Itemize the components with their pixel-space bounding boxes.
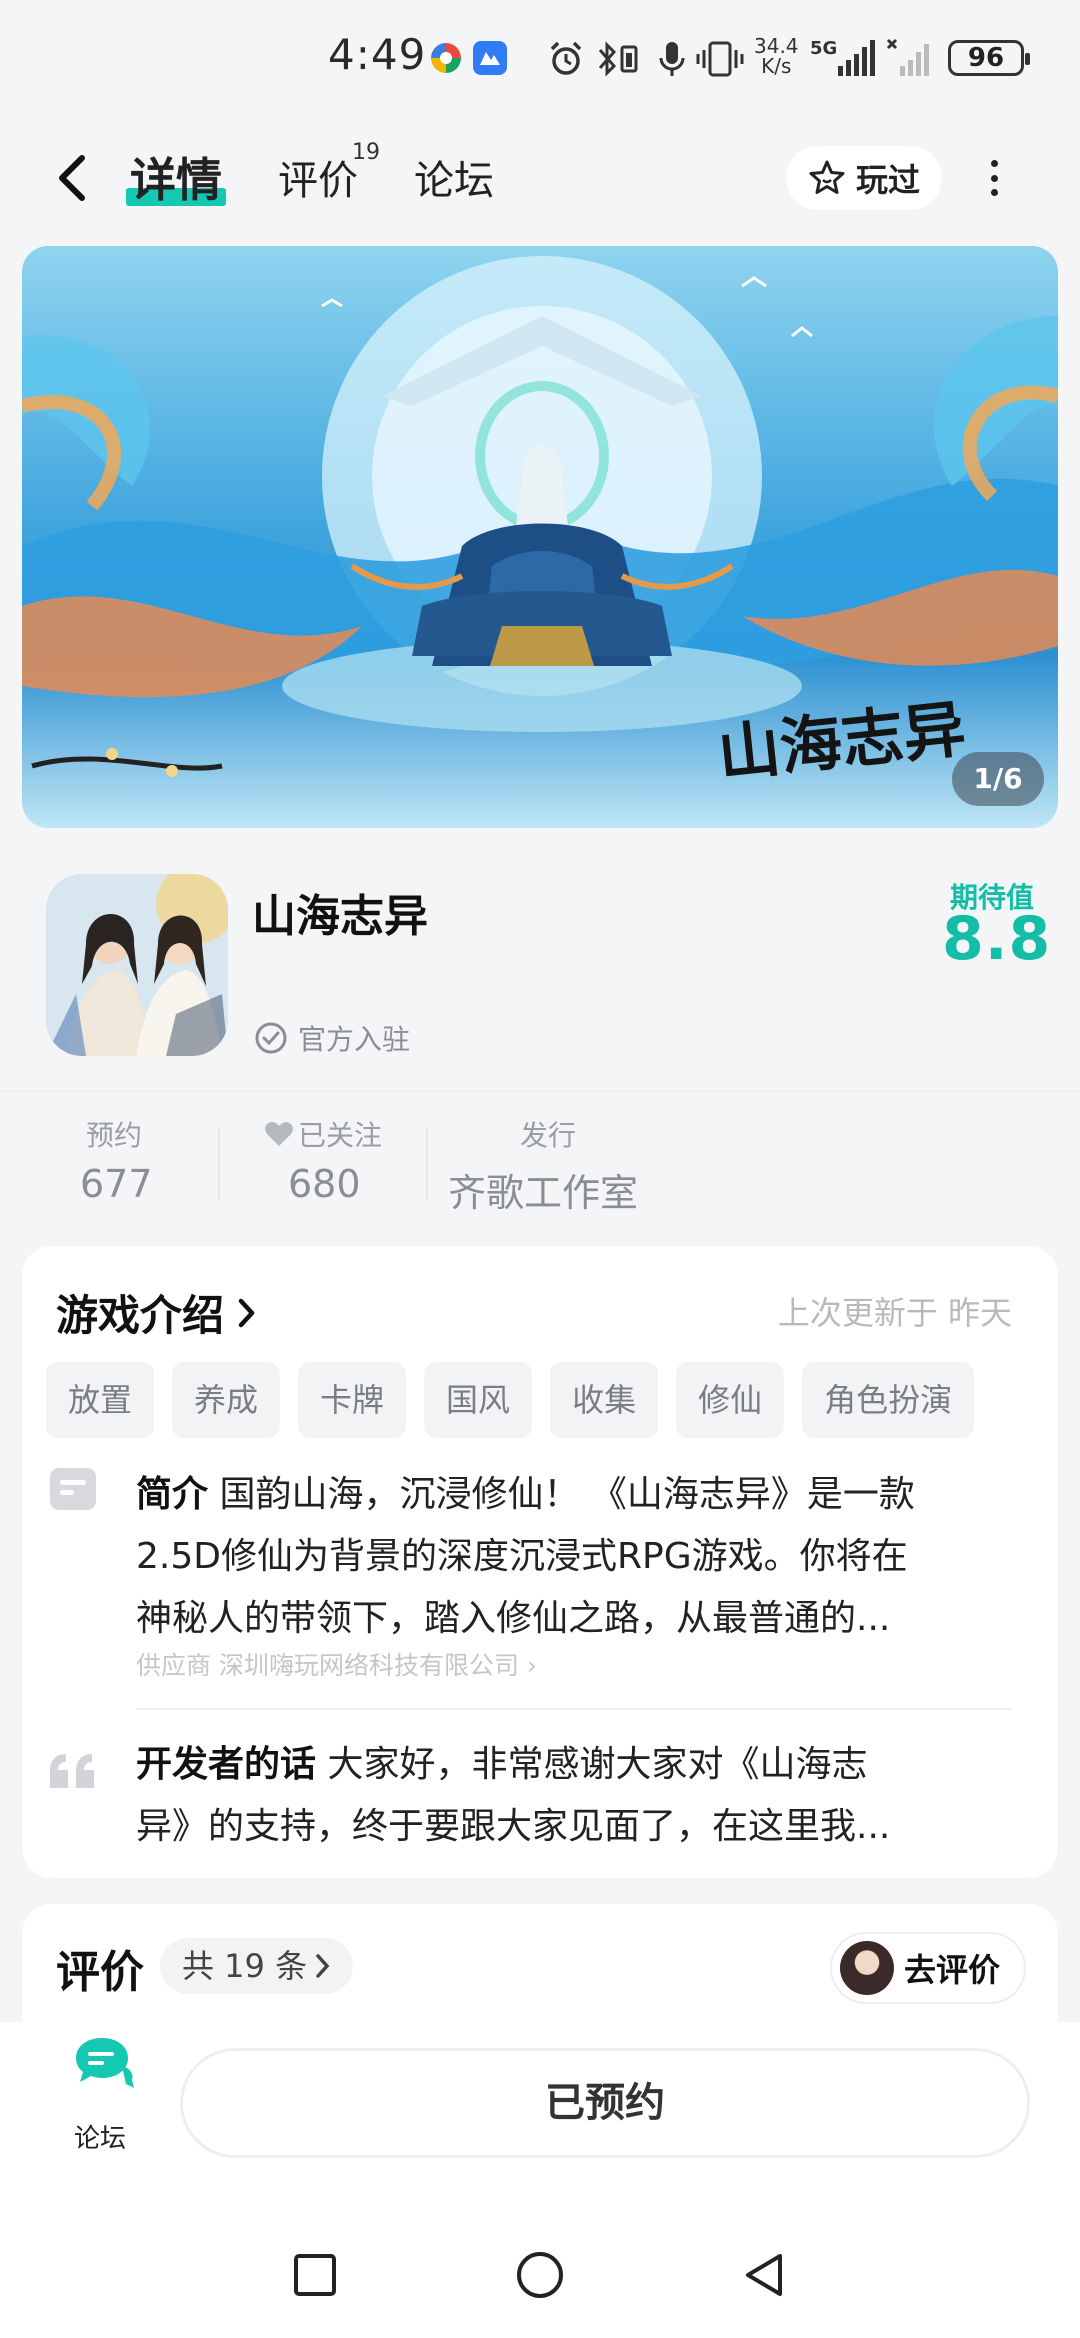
tag-chip[interactable]: 放置 [46,1362,155,1438]
follow-stat[interactable]: 已关注 [264,1114,382,1154]
review-card: 评价 共 19 条 去评价 [22,1904,1058,2024]
stat-divider [426,1128,428,1200]
forum-label: 论坛 [74,2124,127,2154]
review-count-chip[interactable]: 共 19 条 [160,1938,354,1994]
review-title: 评价 [56,1947,144,1998]
app-notification-icon [431,43,461,73]
avatar [840,1941,894,1995]
net-speed: 34.4 K/s [754,34,799,78]
alarm-icon [550,41,582,75]
network-type: 5G [810,38,838,59]
reviews-count-badge: 19 [352,140,380,165]
tag-list: 放置 养成 卡牌 国风 收集 修仙 角色扮演 [46,1362,975,1438]
official-label: 官方入驻 [298,1023,411,1056]
status-bar: 4:49 34.4 K/s 5G 96 [0,0,1080,120]
last-updated: 上次更新于 昨天 [777,1294,1012,1332]
publisher-label: 发行 [520,1119,577,1152]
back-arrow-icon[interactable] [52,152,96,204]
tag-chip[interactable]: 卡牌 [298,1362,407,1438]
header-divider [0,1090,1080,1092]
played-label: 玩过 [855,161,920,199]
follow-count: 680 [288,1162,361,1206]
chevron-right-icon [238,1298,255,1327]
app-notification-icon-2 [473,41,507,75]
app-icon-artwork [46,874,228,1056]
carousel-counter: 1/6 [952,752,1044,806]
developer-note-label: 开发者的话 [136,1744,317,1785]
supplier-link[interactable]: 供应商 深圳嗨玩网络科技有限公司 › [136,1646,537,1682]
reserved-button[interactable]: 已预约 [180,2048,1030,2158]
forum-chat-icon [76,2038,134,2088]
reserve-count: 677 [80,1162,153,1206]
stat-divider [218,1128,220,1200]
home-icon[interactable] [514,2252,566,2304]
follow-label: 已关注 [298,1119,383,1152]
heart-icon [265,1122,293,1146]
played-button[interactable]: 玩过 [786,146,942,210]
vibrate-icon [696,41,744,77]
intro-section-header[interactable]: 游戏介绍 [56,1282,258,1343]
developer-note[interactable]: 开发者的话 大家好，非常感谢大家对《山海志 异》的支持，终于要跟大家见面了，在这… [136,1734,1012,1858]
document-icon [50,1468,96,1510]
tab-reviews[interactable]: 评价 [278,148,358,206]
banner-artwork: 山海志异 [22,256,1058,791]
publisher-name[interactable]: 齐歌工作室 [448,1162,638,1217]
expectation-score: 8.8 [942,904,1052,974]
bluetooth-icon [598,41,638,77]
write-review-label: 去评价 [904,1951,1001,1989]
tag-chip[interactable]: 养成 [172,1362,281,1438]
status-time: 4:49 [328,30,427,79]
app-icon[interactable] [46,874,228,1056]
tab-forum[interactable]: 论坛 [414,148,494,206]
microphone-icon [659,42,685,76]
back-nav-icon[interactable] [742,2252,788,2302]
intro-divider [136,1708,1012,1710]
recent-apps-icon[interactable] [292,2252,338,2298]
game-summary[interactable]: 简介 国韵山海，沉浸修仙！ 《山海志异》是一款 2.5D修仙为背景的深度沉浸式R… [136,1464,1012,1650]
star-outline-icon [809,160,845,194]
tag-chip[interactable]: 角色扮演 [802,1362,975,1438]
tag-chip[interactable]: 修仙 [676,1362,785,1438]
more-vertical-icon[interactable] [980,156,1008,200]
write-review-button[interactable]: 去评价 [830,1932,1026,2004]
banner-carousel[interactable]: 山海志异 1/6 [22,246,1058,828]
battery-indicator: 96 [948,40,1030,76]
verified-check-icon [255,1022,287,1054]
tag-chip[interactable]: 收集 [550,1362,659,1438]
official-badge: 官方入驻 [254,1018,410,1058]
tab-details[interactable]: 详情 [130,144,222,210]
signal-icon [838,40,875,76]
quote-icon [50,1754,94,1788]
chevron-right-icon [316,1954,330,1978]
intro-title: 游戏介绍 [56,1291,225,1340]
game-intro-card: 游戏介绍 上次更新于 昨天 放置 养成 卡牌 国风 收集 修仙 角色扮演 简介 … [22,1246,1058,1878]
tag-chip[interactable]: 国风 [424,1362,533,1438]
reserve-label: 预约 [86,1119,143,1152]
app-title: 山海志异 [252,891,428,942]
summary-label: 简介 [136,1474,209,1515]
signal-icon-2 [886,38,929,76]
